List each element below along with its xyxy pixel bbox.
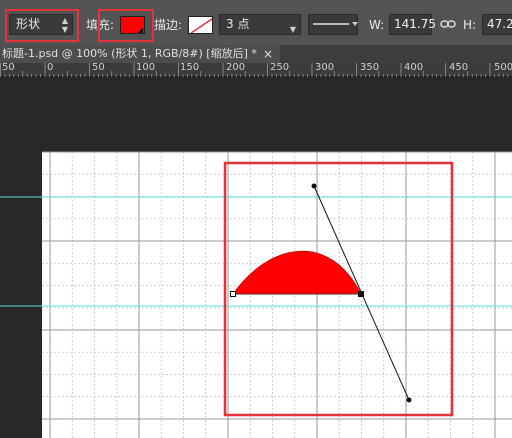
stroke-label: 描边: — [154, 18, 183, 32]
ruler-tick-label: 300 — [315, 62, 335, 73]
options-bar: 形状 ▲ ▼ 填充: ◢ 描边: 3 点 ▼ W: 141.75 H: 47.2 — [0, 0, 512, 45]
ruler-tick-label: 150 — [180, 62, 200, 73]
close-icon[interactable]: × — [263, 45, 273, 63]
ruler-tick-label: 500 — [494, 62, 512, 73]
document-tab-title: 标题-1.psd @ 100% (形状 1, RGB/8#) [缩放后] * — [2, 47, 257, 60]
ruler-tick-label: 200 — [226, 62, 246, 73]
stroke-color-swatch[interactable] — [188, 16, 213, 34]
handle-point-bottom[interactable] — [406, 397, 412, 403]
document-tab-bar: 标题-1.psd @ 100% (形状 1, RGB/8#) [缩放后] * × — [0, 45, 512, 63]
width-input[interactable]: 141.75 — [389, 14, 436, 35]
stroke-width-value: 3 点 — [226, 17, 250, 31]
anchor-point-left[interactable] — [230, 291, 236, 297]
ruler-tick-label: 400 — [404, 62, 424, 73]
fill-highlight-box — [98, 9, 154, 42]
ruler-tick-label: 450 — [449, 62, 469, 73]
ruler-tick-label: 100 — [136, 62, 156, 73]
stroke-type-select[interactable] — [308, 14, 358, 35]
photoshop-window: 形状 ▲ ▼ 填充: ◢ 描边: 3 点 ▼ W: 141.75 H: 47.2… — [0, 0, 512, 438]
width-label: W: — [369, 18, 385, 32]
ruler-tick-label: 50 — [2, 62, 15, 73]
chevron-down-icon: ▼ — [289, 25, 296, 34]
ruler-ticks — [0, 63, 509, 77]
pasteboard — [0, 77, 512, 438]
no-stroke-icon — [190, 18, 212, 33]
stroke-width-select[interactable]: 3 点 ▼ — [219, 14, 301, 35]
link-icon[interactable] — [440, 18, 456, 30]
handle-point-top[interactable] — [311, 183, 317, 189]
ruler-tick-label: 0 — [47, 62, 54, 73]
ruler-tick-label: 50 — [92, 62, 105, 73]
document-canvas[interactable] — [0, 77, 512, 438]
ruler-tick-label: 250 — [270, 62, 290, 73]
stroke-line-preview-icon — [313, 22, 358, 26]
canvas-background — [42, 152, 512, 438]
document-tab[interactable]: 标题-1.psd @ 100% (形状 1, RGB/8#) [缩放后] * — [0, 45, 280, 63]
height-label: H: — [463, 18, 477, 32]
height-input[interactable]: 47.22 — [482, 14, 512, 35]
ruler-tick-label: 350 — [360, 62, 380, 73]
anchor-point-right[interactable] — [358, 291, 364, 297]
horizontal-ruler: 50 0 50 100 150 200 250 300 350 400 450 … — [0, 63, 512, 77]
mode-highlight-box — [5, 9, 79, 42]
